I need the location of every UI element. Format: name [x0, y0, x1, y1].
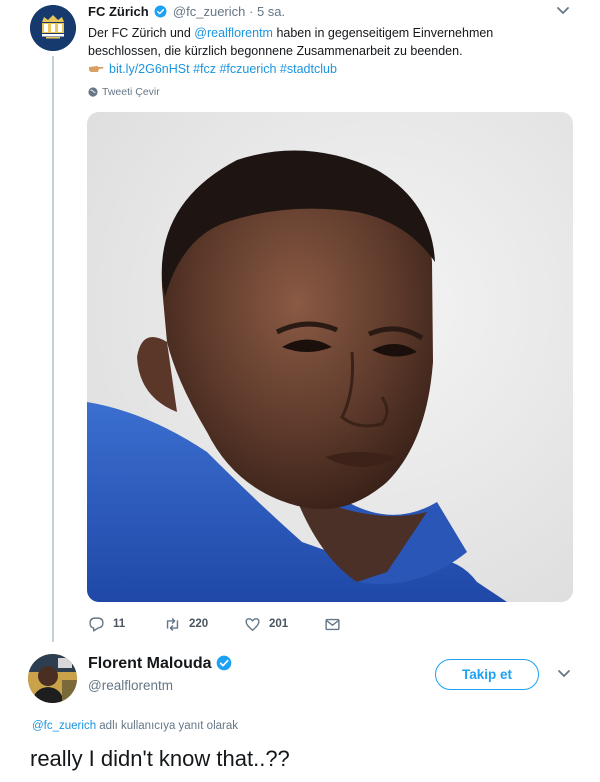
reply-icon [89, 616, 104, 632]
handle[interactable]: @realflorentm [88, 678, 173, 693]
pointing-hand-icon [89, 66, 104, 72]
display-name[interactable]: Florent Malouda [88, 655, 212, 672]
tweet-florent-malouda[interactable]: Florent Malouda @realflorentm Takip et @… [0, 645, 600, 782]
reply-action[interactable]: 11 [88, 616, 164, 633]
retweet-icon [166, 617, 179, 631]
avatar-fc-zurich[interactable] [30, 5, 76, 51]
tweet-fc-zurich[interactable]: FC Zürich @fc_zuerich · 5 sa. Der FC Zür… [0, 0, 600, 645]
translate-tweet-link[interactable]: Tweeti Çevir [88, 86, 160, 98]
like-count: 201 [269, 618, 289, 630]
share-action[interactable] [324, 616, 341, 633]
translate-label: Tweeti Çevir [102, 86, 160, 98]
tweet-photo[interactable] [87, 112, 573, 602]
hashtags-link[interactable]: #fcz #fczuerich #stadtclub [193, 62, 337, 76]
display-name-row: Florent Malouda [88, 655, 234, 673]
like-action[interactable]: 201 [244, 616, 324, 633]
like-icon [245, 617, 260, 631]
handle[interactable]: @fc_zuerich [173, 4, 245, 19]
retweet-action[interactable]: 220 [164, 616, 244, 633]
tweet-text: Der FC Zürich und @realflorentm haben in… [88, 24, 558, 60]
display-name[interactable]: FC Zürich [88, 4, 149, 19]
avatar-florent-malouda[interactable] [28, 654, 77, 703]
chevron-down-icon[interactable] [557, 669, 571, 679]
share-icon [325, 618, 340, 630]
separator: · [249, 4, 254, 19]
reply-to-suffix: adlı kullanıcıya yanıt olarak [96, 720, 239, 732]
mention-link[interactable]: @realflorentm [194, 26, 273, 40]
globe-icon [88, 87, 98, 97]
follow-button[interactable]: Takip et [435, 659, 539, 690]
timestamp[interactable]: 5 sa. [257, 4, 285, 19]
retweet-count: 220 [189, 618, 209, 630]
tweet-header: FC Zürich @fc_zuerich · 5 sa. [88, 4, 285, 20]
reply-context: @fc_zuerich adlı kullanıcıya yanıt olara… [32, 720, 238, 732]
reply-count: 11 [113, 618, 126, 630]
reply-to-mention[interactable]: @fc_zuerich [32, 720, 96, 732]
verified-badge-icon [154, 5, 167, 18]
short-url-link[interactable]: bit.ly/2G6nHSt [109, 62, 190, 76]
tweet-text-start: Der FC Zürich und [88, 26, 195, 40]
verified-badge-icon [216, 655, 231, 671]
tweet-action-bar: 11 220 201 [88, 612, 341, 636]
chevron-down-icon[interactable] [556, 6, 570, 16]
tweet-links: bit.ly/2G6nHSt #fcz #fczuerich #stadtclu… [88, 60, 337, 78]
tweet-text: really I didn't know that..?? [30, 746, 290, 771]
